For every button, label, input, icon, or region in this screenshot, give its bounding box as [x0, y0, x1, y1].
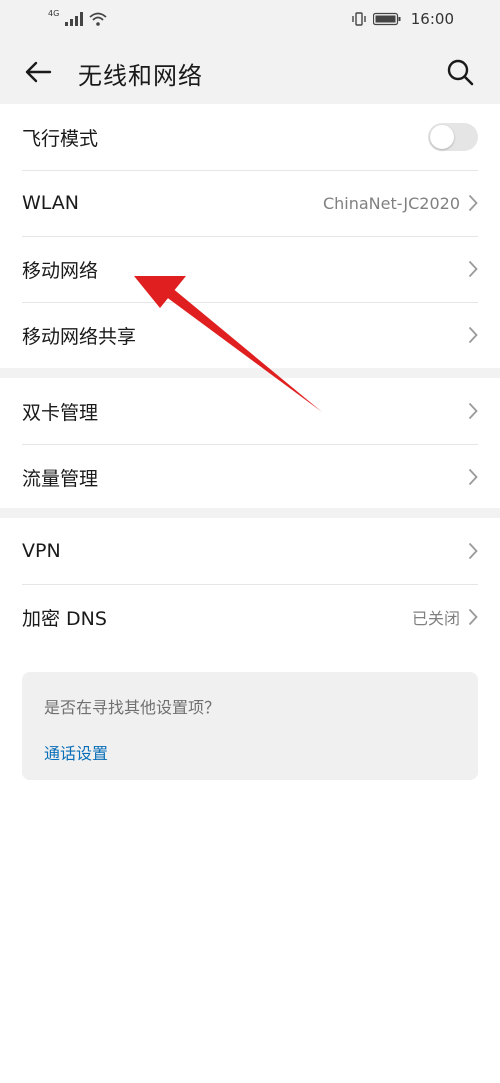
row-label: VPN [22, 540, 61, 562]
chevron-right-icon [468, 260, 478, 278]
row-label: WLAN [22, 192, 80, 214]
row-right: ChinaNet-JC2020 [323, 194, 478, 213]
private-dns-status: 已关闭 [411, 609, 460, 628]
airplane-mode-row[interactable]: 飞行模式 [0, 104, 500, 170]
row-label: 移动网络共享 [22, 325, 137, 348]
call-settings-link[interactable]: 通话设置 [44, 740, 108, 764]
row-right [468, 468, 478, 486]
back-arrow-icon [25, 61, 52, 83]
chevron-right-icon [468, 468, 478, 486]
row-label: 加密 DNS [22, 607, 107, 630]
vpn-row[interactable]: VPN [0, 518, 500, 584]
settings-group-connectivity: 飞行模式 WLAN ChinaNet-JC2020 移动网络 移动网络共享 [0, 104, 500, 368]
row-right [468, 260, 478, 278]
app-header: 无线和网络 [0, 38, 500, 104]
row-right [468, 402, 478, 420]
row-right [468, 326, 478, 344]
settings-page: 4G 16:00 无线和网络 飞行模式 WLAN ChinaNet-JC2020… [0, 0, 500, 1083]
row-label: 流量管理 [22, 467, 99, 490]
suggestion-question: 是否在寻找其他设置项？ [44, 698, 221, 717]
section-divider [0, 368, 500, 378]
status-bar: 4G 16:00 [0, 0, 500, 38]
search-button[interactable] [442, 54, 478, 90]
settings-group-vpn: VPN 加密 DNS 已关闭 [0, 518, 500, 650]
chevron-right-icon [468, 542, 478, 560]
wifi-icon [89, 12, 107, 26]
search-icon [447, 59, 474, 86]
chevron-right-icon [468, 326, 478, 344]
data-usage-row[interactable]: 流量管理 [0, 444, 500, 510]
mobile-network-row[interactable]: 移动网络 [0, 236, 500, 302]
signal-icon [65, 12, 84, 26]
chevron-right-icon [468, 608, 478, 626]
row-label: 飞行模式 [22, 127, 99, 150]
settings-group-sim: 双卡管理 流量管理 [0, 378, 500, 510]
row-label: 移动网络 [22, 259, 99, 282]
wlan-row[interactable]: WLAN ChinaNet-JC2020 [0, 170, 500, 236]
chevron-right-icon [468, 194, 478, 212]
toggle-knob [430, 125, 454, 149]
status-right: 16:00 [351, 10, 454, 28]
page-title: 无线和网络 [78, 62, 203, 90]
dual-sim-row[interactable]: 双卡管理 [0, 378, 500, 444]
status-left: 4G [48, 9, 107, 26]
battery-icon [372, 12, 401, 26]
tethering-row[interactable]: 移动网络共享 [0, 302, 500, 368]
row-label: 双卡管理 [22, 401, 99, 424]
row-right [428, 123, 478, 151]
row-right [468, 542, 478, 560]
back-button[interactable] [20, 54, 56, 90]
vibrate-icon [352, 12, 366, 26]
chevron-right-icon [468, 402, 478, 420]
section-divider [0, 508, 500, 518]
row-right: 已关闭 [412, 605, 478, 629]
wlan-network-name: ChinaNet-JC2020 [322, 193, 460, 213]
private-dns-row[interactable]: 加密 DNS 已关闭 [0, 584, 500, 650]
network-type-label: 4G [48, 9, 60, 18]
airplane-mode-toggle[interactable] [428, 123, 478, 151]
clock: 16:00 [410, 10, 454, 28]
suggestion-card: 是否在寻找其他设置项？ 通话设置 [22, 672, 478, 780]
